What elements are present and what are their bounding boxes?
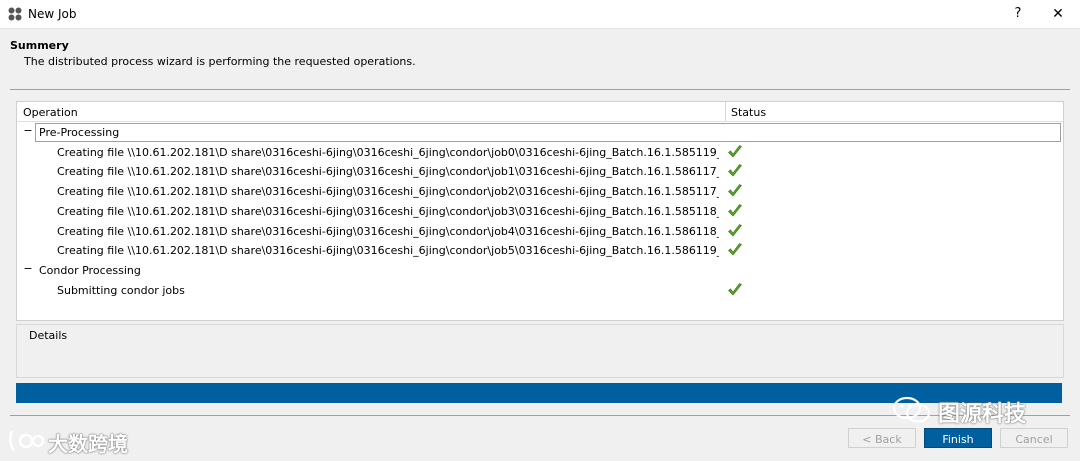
tree-group-row[interactable]: − Pre-Processing bbox=[17, 122, 1063, 142]
wizard-header: Summery The distributed process wizard i… bbox=[0, 29, 1080, 89]
window-title: New Job bbox=[28, 7, 77, 21]
app-icon bbox=[8, 7, 22, 21]
column-header-operation[interactable]: Operation bbox=[23, 106, 78, 119]
cancel-button[interactable]: Cancel bbox=[1000, 428, 1068, 448]
operation-text: Creating file \\10.61.202.181\D share\03… bbox=[57, 204, 719, 218]
watermark-text-dashu: 大数跨境 bbox=[48, 432, 128, 456]
check-icon bbox=[727, 282, 743, 298]
operation-text: Creating file \\10.61.202.181\D share\03… bbox=[57, 224, 719, 238]
tree-group-label: Pre-Processing bbox=[39, 126, 120, 139]
column-divider[interactable] bbox=[725, 102, 726, 121]
header-divider bbox=[10, 89, 1070, 90]
collapse-toggle-icon[interactable]: − bbox=[23, 262, 33, 275]
help-button[interactable]: ? bbox=[1008, 4, 1028, 24]
wechat-icon bbox=[892, 396, 931, 423]
finish-button[interactable]: Finish bbox=[924, 428, 992, 448]
title-bar: New Job ? ✕ bbox=[0, 0, 1080, 29]
details-label: Details bbox=[29, 329, 68, 342]
operation-text: Creating file \\10.61.202.181\D share\03… bbox=[57, 185, 719, 199]
operation-tree[interactable]: Operation Status − Pre-Processing Creating… bbox=[16, 101, 1064, 321]
column-header-status[interactable]: Status bbox=[731, 106, 766, 119]
watermark-logo-icon bbox=[9, 430, 45, 452]
watermark-dashu: 大数跨境 bbox=[6, 424, 186, 458]
watermark-text-tuyuan: 图源科技 bbox=[938, 402, 1027, 427]
tree-header: Operation Status bbox=[17, 102, 1063, 122]
operation-text: Creating file \\10.61.202.181\D share\03… bbox=[57, 165, 719, 179]
operation-text: Submitting condor jobs bbox=[57, 283, 185, 297]
close-button[interactable]: ✕ bbox=[1048, 4, 1068, 24]
tree-item-row[interactable]: Creating file \\10.61.202.181\D share\03… bbox=[17, 142, 1063, 162]
tree-item-row[interactable]: Creating file \\10.61.202.181\D share\03… bbox=[17, 201, 1063, 221]
operation-text: Creating file \\10.61.202.181\D share\03… bbox=[57, 244, 719, 258]
tree-group-row[interactable]: − Condor Processing bbox=[17, 260, 1063, 280]
check-icon bbox=[727, 183, 743, 199]
tree-group-label: Condor Processing bbox=[39, 263, 141, 277]
focus-rectangle bbox=[35, 123, 1061, 142]
watermark-tuyuan: 图源科技 bbox=[892, 392, 1072, 428]
tree-item-row[interactable]: Creating file \\10.61.202.181\D share\03… bbox=[17, 221, 1063, 241]
back-button[interactable]: < Back bbox=[848, 428, 916, 448]
page-subtitle: The distributed process wizard is perfor… bbox=[24, 55, 416, 68]
page-title: Summery bbox=[10, 39, 69, 52]
collapse-toggle-icon[interactable]: − bbox=[23, 124, 33, 137]
operation-text: Creating file \\10.61.202.181\D share\03… bbox=[57, 145, 719, 159]
check-icon bbox=[727, 144, 743, 160]
details-group: Details bbox=[16, 324, 1064, 378]
tree-item-row[interactable]: Creating file \\10.61.202.181\D share\03… bbox=[17, 161, 1063, 181]
check-icon bbox=[727, 163, 743, 179]
check-icon bbox=[727, 223, 743, 239]
check-icon bbox=[727, 242, 743, 258]
check-icon bbox=[727, 203, 743, 219]
tree-item-row[interactable]: Creating file \\10.61.202.181\D share\03… bbox=[17, 240, 1063, 260]
tree-item-row[interactable]: Creating file \\10.61.202.181\D share\03… bbox=[17, 181, 1063, 201]
tree-item-row[interactable]: Submitting condor jobs bbox=[17, 280, 1063, 300]
